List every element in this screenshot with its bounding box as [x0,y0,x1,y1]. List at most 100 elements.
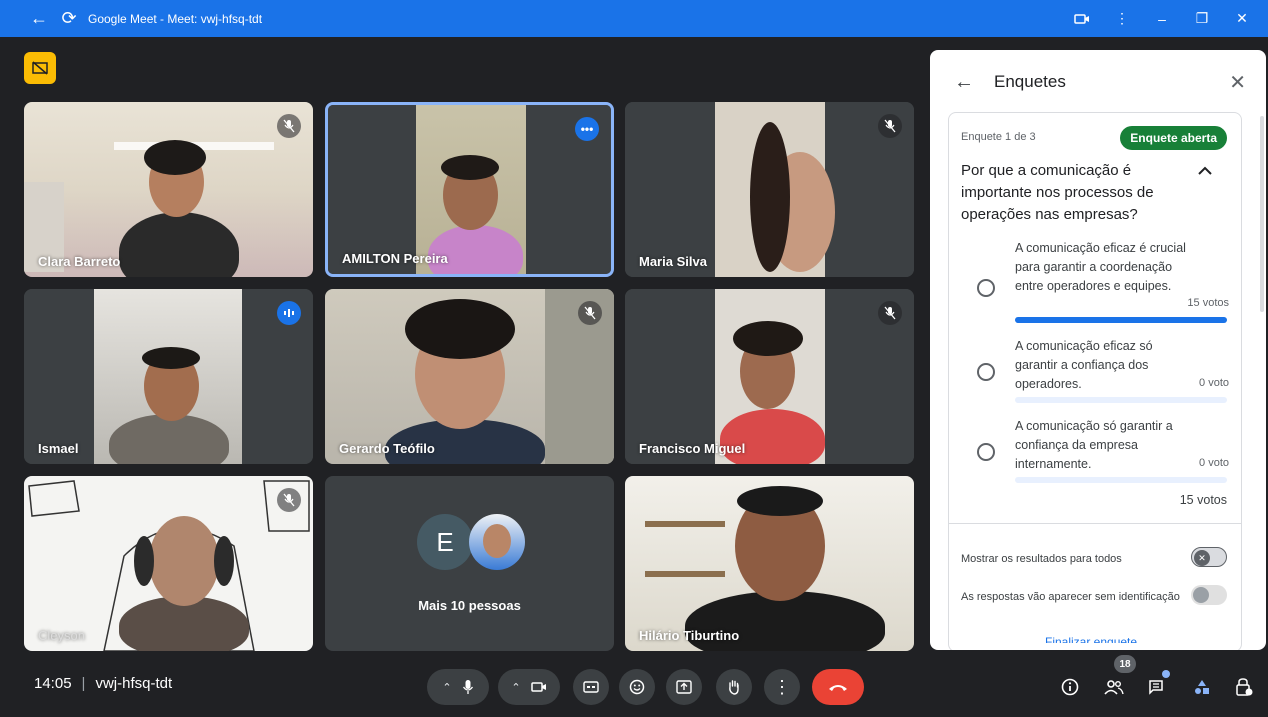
participant-name: Hilário Tiburtino [639,628,740,643]
minimize-icon[interactable]: – [1142,6,1182,32]
participant-video [24,476,313,651]
mic-off-icon [277,114,301,138]
option-text: A comunicação eficaz é crucial para gara… [1015,241,1186,293]
participant-name: Maria Silva [639,254,707,269]
people-icon[interactable] [1100,673,1128,701]
poll-counter: Enquete 1 de 3 [961,131,1036,143]
participant-video [24,289,313,464]
radio-button[interactable] [977,443,995,461]
participant-tile[interactable]: Clara Barreto [24,102,313,277]
participant-name: Francisco Miguel [639,441,746,456]
window-titlebar: ← ⟳ Google Meet - Meet: vwj-hfsq-tdt ⋮ –… [0,0,1268,37]
participant-name: AMILTON Pereira [342,251,448,266]
camera-status-icon[interactable] [1062,6,1102,32]
recording-notice-icon[interactable] [24,52,56,84]
participant-video [625,289,914,464]
participant-tile[interactable]: Ismael [24,289,313,464]
clock: 14:05 [34,675,72,692]
vote-bar [1015,477,1227,483]
participant-tile[interactable]: Francisco Miguel [625,289,914,464]
avatar [469,514,525,570]
setting-label: Mostrar os resultados para todos [961,553,1122,565]
option-text: A comunicação eficaz só garantir a confi… [1015,339,1153,391]
vote-bar [1015,397,1227,403]
participant-name: Ismael [38,441,79,456]
participant-video [625,102,914,277]
present-icon [676,680,692,694]
more-vert-icon[interactable]: ⋮ [1102,6,1142,32]
bottom-toolbar: 14:05 | vwj-hfsq-tdt ⌃ ⌃ ⋮ [0,655,1268,717]
hand-icon [729,680,739,695]
speaking-indicator-icon [277,301,301,325]
end-poll-link[interactable]: Finalizar enquete [1045,635,1137,643]
option-votes: 15 votos [1187,297,1229,309]
captions-button[interactable] [573,669,609,705]
show-results-toggle[interactable]: ✕ [1191,547,1227,567]
divider [949,523,1241,524]
camera-control[interactable]: ⌃ [498,669,560,705]
activities-icon[interactable] [1188,673,1216,701]
participant-tile[interactable]: Hilário Tiburtino [625,476,914,651]
mic-off-icon [878,114,902,138]
participant-video [328,105,611,274]
back-arrow-icon[interactable]: ← [26,6,52,32]
radio-button[interactable] [977,279,995,297]
participant-tile[interactable]: ••• AMILTON Pereira [325,102,614,277]
mic-icon [462,680,473,694]
participant-name: Gerardo Teófilo [339,441,435,456]
raise-hand-button[interactable] [716,669,752,705]
captions-icon [583,681,599,693]
chevron-up-icon[interactable]: ⌃ [511,681,520,694]
present-button[interactable] [666,669,702,705]
restore-icon[interactable]: ❐ [1182,6,1222,32]
participant-video [625,476,914,651]
new-message-dot [1162,670,1170,678]
camera-icon [530,682,546,692]
people-count-badge: 18 [1114,655,1136,673]
poll-question: Por que a comunicação é importante nos p… [961,162,1154,223]
status-badge: Enquete aberta [1120,126,1227,150]
host-controls-icon[interactable] [1230,673,1258,701]
option-votes: 0 voto [1199,457,1229,469]
separator: | [81,675,86,692]
avatar: E [417,514,473,570]
mic-control[interactable]: ⌃ [427,669,489,705]
chevron-up-icon[interactable] [1197,163,1213,179]
mic-off-icon [578,301,602,325]
anonymous-toggle[interactable] [1191,585,1227,605]
option-text: A comunicação só garantir a confiança da… [1015,419,1173,471]
poll-card: Enquete 1 de 3 Enquete aberta Por que a … [948,112,1242,650]
vote-bar-fill [1015,317,1227,323]
close-window-icon[interactable]: ✕ [1222,6,1262,32]
close-icon[interactable]: ✕ [1229,70,1246,95]
participant-tile[interactable]: Gerardo Teófilo [325,289,614,464]
participant-name: Cleyson [38,628,85,643]
scrollbar[interactable] [1260,116,1264,312]
meeting-info: 14:05 | vwj-hfsq-tdt [34,675,172,692]
back-arrow-icon[interactable]: ← [954,71,978,94]
participant-tile[interactable]: Cleyson [24,476,313,651]
meeting-code: vwj-hfsq-tdt [95,675,173,692]
leave-call-button[interactable] [812,669,864,705]
participant-tile[interactable]: Maria Silva [625,102,914,277]
more-options-button[interactable]: ⋮ [764,669,800,705]
participant-video [24,102,313,277]
polls-panel: ← Enquetes ✕ Enquete 1 de 3 Enquete aber… [930,50,1266,650]
more-people-label: Mais 10 pessoas [418,598,521,613]
emoji-button[interactable] [619,669,655,705]
refresh-icon[interactable]: ⟳ [56,6,82,32]
radio-button[interactable] [977,363,995,381]
close-icon: ✕ [1194,550,1210,566]
participant-name: Clara Barreto [38,254,121,269]
total-votes: 15 votos [1179,493,1227,507]
window-controls: ⋮ – ❐ ✕ [1062,0,1262,37]
end-call-icon [829,685,847,691]
info-icon[interactable] [1056,673,1084,701]
more-options-icon[interactable]: ••• [575,117,599,141]
panel-header: ← Enquetes ✕ [930,50,1266,114]
vote-bar [1015,317,1227,323]
more-people-tile[interactable]: E Mais 10 pessoas [325,476,614,651]
chevron-up-icon[interactable]: ⌃ [442,681,451,694]
mic-off-icon [277,488,301,512]
mic-off-icon [878,301,902,325]
